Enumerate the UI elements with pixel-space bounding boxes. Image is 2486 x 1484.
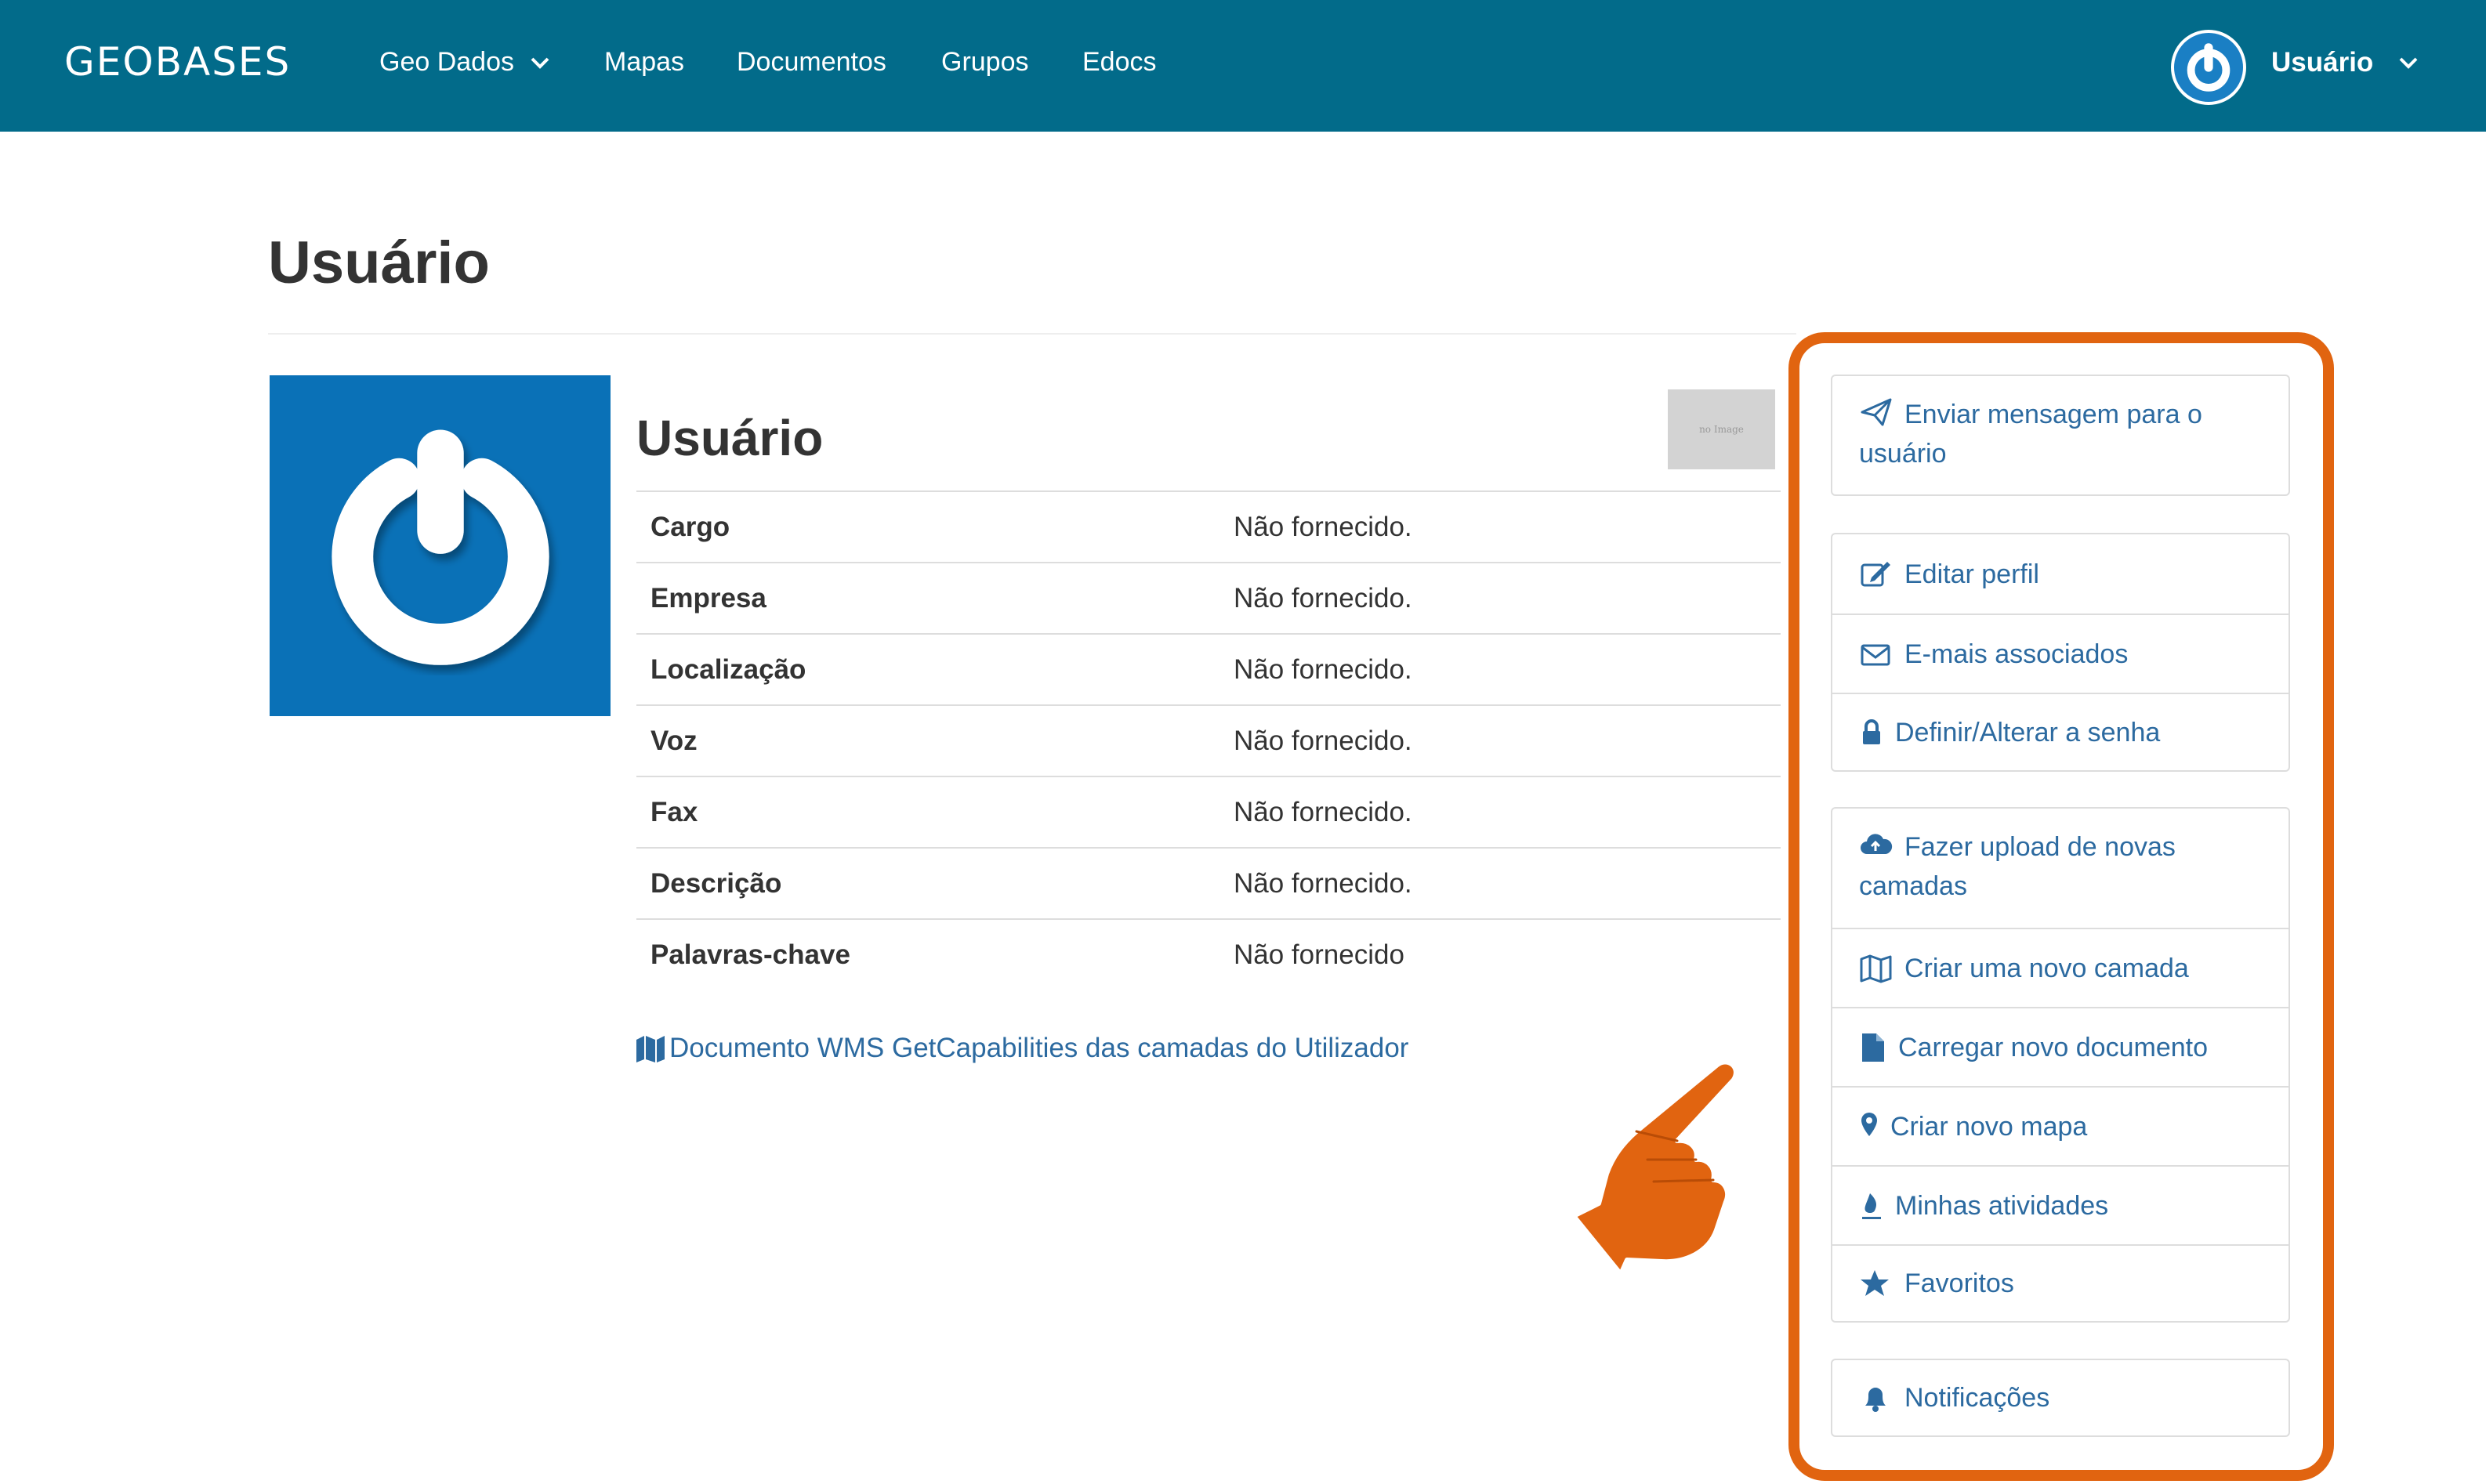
nav-documentos-label: Documentos [737, 47, 886, 77]
sidebar-item-create-layer[interactable]: Criar uma novo camada [1832, 928, 2288, 1007]
nav-edocs[interactable]: Edocs [1082, 47, 1157, 78]
field-value: Não fornecido [1234, 939, 1404, 970]
top-navbar: GEOBASES Geo Dados Mapas Documentos Grup… [0, 0, 2486, 132]
field-label: Descrição [650, 867, 782, 899]
star-icon [1861, 1270, 1889, 1296]
lock-icon [1863, 718, 1880, 744]
table-row: Descrição Não fornecido. [636, 848, 1781, 919]
table-row: Cargo Não fornecido. [636, 491, 1781, 563]
cloud-upload-icon [1861, 834, 1893, 854]
sidebar-item-label: Criar uma novo camada [1904, 953, 2189, 983]
chevron-down-icon [531, 57, 549, 69]
field-label: Palavras-chave [650, 939, 850, 970]
user-menu[interactable]: Usuário [2271, 47, 2420, 78]
title-divider [268, 333, 1796, 335]
sidebar-item-edit-profile[interactable]: Editar perfil [1832, 534, 2288, 614]
field-value: Não fornecido. [1234, 582, 1412, 614]
field-value: Não fornecido. [1234, 653, 1412, 685]
map-marker-icon [1861, 1112, 1877, 1136]
field-value: Não fornecido. [1234, 796, 1412, 827]
pointing-hand-icon [1571, 1059, 1738, 1276]
sidebar-item-label: Definir/Alterar a senha [1895, 717, 2161, 747]
field-value: Não fornecido. [1234, 867, 1412, 899]
fire-icon [1862, 1193, 1881, 1219]
sidebar-item-emails[interactable]: E-mais associados [1832, 614, 2288, 693]
brand-logo[interactable]: GEOBASES [64, 39, 291, 85]
field-value: Não fornecido. [1234, 725, 1412, 756]
table-row: Voz Não fornecido. [636, 705, 1781, 776]
table-row: Localização Não fornecido. [636, 634, 1781, 705]
paper-plane-icon [1861, 398, 1892, 426]
page-title: Usuário [268, 230, 490, 296]
map-icon [1860, 954, 1892, 983]
sidebar-item-label: Enviar mensagem para o usuário [1859, 400, 2202, 469]
profile-name: Usuário [636, 410, 824, 466]
nav-geo-dados-label: Geo Dados [379, 47, 514, 77]
sidebar-item-label: Fazer upload de novas camadas [1859, 832, 2176, 901]
table-row: Fax Não fornecido. [636, 776, 1781, 848]
sidebar-group-notifications: Notificações [1831, 1359, 2290, 1437]
field-label: Voz [650, 725, 698, 756]
nav-grupos-label: Grupos [941, 47, 1029, 77]
sidebar-item-favorites[interactable]: Favoritos [1832, 1244, 2288, 1321]
user-avatar[interactable] [2171, 30, 2246, 105]
profile-avatar [270, 375, 611, 716]
sidebar-item-label: Minhas atividades [1895, 1190, 2109, 1221]
wms-link-label: Documento WMS GetCapabilities das camada… [669, 1033, 1409, 1063]
sidebar-item-my-activities[interactable]: Minhas atividades [1832, 1165, 2288, 1244]
wms-getcapabilities-link[interactable]: Documento WMS GetCapabilities das camada… [635, 1033, 1408, 1064]
nav-documentos[interactable]: Documentos [737, 47, 886, 78]
file-icon [1862, 1033, 1884, 1062]
table-row: Palavras-chave Não fornecido [636, 919, 1781, 990]
power-logo-icon [2187, 43, 2231, 92]
sidebar-item-password[interactable]: Definir/Alterar a senha [1832, 693, 2288, 770]
sidebar-group-account: Editar perfil E-mais associados Definir/… [1831, 533, 2290, 772]
no-image-label: no Image [1699, 424, 1744, 435]
sidebar-item-label: Notificações [1904, 1383, 2050, 1413]
nav-grupos[interactable]: Grupos [941, 47, 1029, 78]
sidebar-item-label: Carregar novo documento [1898, 1032, 2209, 1062]
power-logo-icon [331, 429, 549, 665]
field-label: Cargo [650, 511, 730, 542]
profile-thumbnail-placeholder: no Image [1668, 389, 1775, 469]
field-label: Fax [650, 796, 698, 827]
profile-info-table: Cargo Não fornecido. Empresa Não forneci… [636, 490, 1781, 990]
edit-icon [1861, 561, 1890, 586]
sidebar-item-upload-document[interactable]: Carregar novo documento [1832, 1007, 2288, 1086]
sidebar-group-message: Enviar mensagem para o usuário [1831, 375, 2290, 496]
table-row: Empresa Não fornecido. [636, 563, 1781, 634]
sidebar-item-label: Criar novo mapa [1890, 1111, 2088, 1142]
nav-mapas[interactable]: Mapas [604, 47, 684, 78]
field-label: Localização [650, 653, 806, 685]
sidebar-item-notifications[interactable]: Notificações [1832, 1360, 2288, 1435]
nav-edocs-label: Edocs [1082, 47, 1157, 77]
sidebar-item-label: Editar perfil [1904, 559, 2039, 589]
sidebar-group-content: Fazer upload de novas camadas Criar uma … [1831, 807, 2290, 1323]
chevron-down-icon [2399, 57, 2418, 69]
user-menu-label: Usuário [2271, 47, 2374, 78]
field-label: Empresa [650, 582, 766, 614]
nav-mapas-label: Mapas [604, 47, 685, 77]
nav-geo-dados[interactable]: Geo Dados [379, 47, 552, 78]
sidebar-item-label: Favoritos [1904, 1269, 2014, 1298]
field-value: Não fornecido. [1234, 511, 1412, 542]
sidebar-item-label: E-mais associados [1904, 639, 2129, 669]
sidebar-item-upload-layers[interactable]: Fazer upload de novas camadas [1832, 809, 2288, 928]
bell-icon [1865, 1388, 1886, 1412]
envelope-icon [1861, 644, 1890, 665]
sidebar-item-create-map[interactable]: Criar novo mapa [1832, 1086, 2288, 1165]
sidebar-item-send-message[interactable]: Enviar mensagem para o usuário [1832, 376, 2288, 494]
map-icon [636, 1036, 665, 1062]
